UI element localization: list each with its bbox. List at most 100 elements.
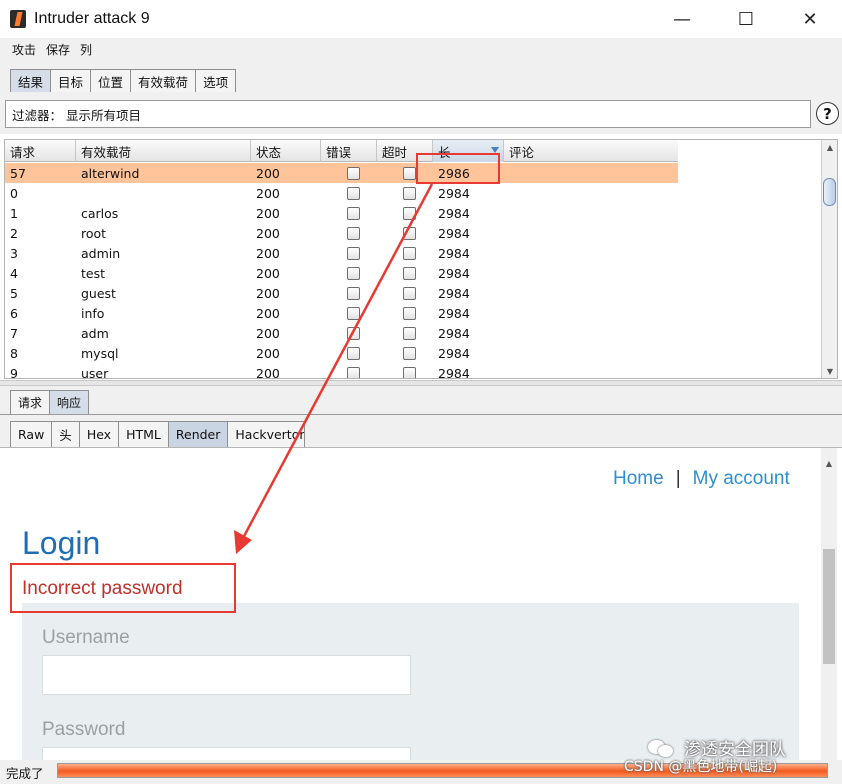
cell-timeout [377,183,433,203]
checkbox-icon [403,226,416,240]
title-bar: Intruder attack 9 — ☐ ✕ [0,0,842,38]
checkbox-icon [347,326,360,340]
checkbox-icon [347,306,360,320]
checkbox-icon [403,206,416,220]
scroll-thumb[interactable] [823,178,836,206]
cell-length: 2984 [438,225,470,241]
table-row[interactable]: 57 alterwind 200 2986 [5,163,678,183]
col-status[interactable]: 状态 [251,140,321,162]
help-icon[interactable]: ? [816,102,839,125]
my-account-link[interactable]: My account [693,468,790,490]
cell-status: 200 [256,305,280,321]
detail-tab-bar: 请求 响应 [0,386,842,414]
home-link[interactable]: Home [613,468,664,490]
checkbox-icon [347,366,360,378]
cell-request: 8 [10,345,18,361]
table-row[interactable]: 0 200 2984 [5,183,678,203]
col-request[interactable]: 请求 [5,140,76,162]
col-error[interactable]: 错误 [321,140,377,162]
table-row[interactable]: 4 test 200 2984 [5,263,678,283]
filter-row: 过滤器： 显示所有项目 ? [0,96,842,134]
annotation-length-box [416,153,500,184]
cell-comment [504,163,678,183]
cell-payload: test [81,265,106,281]
checkbox-icon [403,286,416,300]
cell-status: 200 [256,245,280,261]
table-row[interactable]: 1 carlos 200 2984 [5,203,678,223]
maximize-button[interactable]: ☐ [714,0,778,38]
tab-render[interactable]: Render [167,421,229,447]
tab-raw[interactable]: Raw [10,421,53,447]
cell-payload: mysql [81,345,119,361]
window-controls: — ☐ ✕ [650,0,842,38]
table-row[interactable]: 8 mysql 200 2984 [5,343,678,363]
tab-headers[interactable]: 头 [51,421,80,447]
checkbox-icon [347,246,360,260]
cell-payload [76,183,251,203]
tab-results[interactable]: 结果 [10,69,52,92]
menu-columns[interactable]: 列 [80,41,92,58]
table-row[interactable]: 3 admin 200 2984 [5,243,678,263]
cell-status: 200 [256,285,280,301]
cell-comment [504,263,678,283]
tab-hackvertor[interactable]: Hackvertor [227,421,306,447]
scroll-down-icon[interactable]: ▼ [822,364,837,378]
tab-request[interactable]: 请求 [10,390,51,414]
tab-html[interactable]: HTML [118,421,169,447]
tab-options[interactable]: 选项 [195,69,237,92]
cell-comment [504,243,678,263]
csdn-watermark: CSDN @黑色地带(崛起) [624,759,778,775]
tab-payloads[interactable]: 有效载荷 [130,69,197,92]
cell-timeout [377,303,433,323]
cell-timeout [377,263,433,283]
status-text: 完成了 [6,765,44,781]
tab-positions[interactable]: 位置 [90,69,132,92]
minimize-button[interactable]: — [650,0,714,38]
cell-request: 7 [10,325,18,341]
cell-error [321,263,377,283]
cell-status: 200 [256,225,280,241]
table-row[interactable]: 7 adm 200 2984 [5,323,678,343]
cell-request: 6 [10,305,18,321]
table-row[interactable]: 9 user 200 2984 [5,363,678,378]
cell-length: 2984 [438,185,470,201]
scroll-up-icon[interactable]: ▲ [822,140,837,154]
menu-attack[interactable]: 攻击 [12,41,36,58]
cell-request: 0 [10,185,18,201]
close-button[interactable]: ✕ [778,0,842,38]
cell-request: 3 [10,245,18,261]
cell-status: 200 [256,265,280,281]
table-scrollbar[interactable]: ▲ ▼ [821,140,837,378]
username-input[interactable] [42,655,411,695]
cell-timeout [377,283,433,303]
render-scroll-up-icon[interactable]: ▲ [821,456,837,470]
table-row[interactable]: 5 guest 200 2984 [5,283,678,303]
cell-comment [504,303,678,323]
cell-comment [504,363,678,378]
cell-request: 2 [10,225,18,241]
cell-timeout [377,323,433,343]
col-payload[interactable]: 有效载荷 [76,140,251,162]
password-label: Password [42,719,126,740]
table-body: 57 alterwind 200 2986 0 200 2984 1 carlos 200 2984… [5,163,820,378]
nav-separator: | [675,468,681,489]
table-row[interactable]: 2 root 200 2984 [5,223,678,243]
cell-comment [504,343,678,363]
render-scroll-thumb[interactable] [823,549,835,664]
tab-response[interactable]: 响应 [49,390,90,414]
filter-bar[interactable]: 过滤器： 显示所有项目 [5,100,811,128]
cell-length: 2984 [438,205,470,221]
login-heading: Login [22,525,101,561]
tab-target[interactable]: 目标 [50,69,92,92]
tab-hex[interactable]: Hex [78,421,120,447]
cell-length: 2984 [438,285,470,301]
cell-timeout [377,343,433,363]
cell-error [321,323,377,343]
col-comment[interactable]: 评论 [504,140,678,162]
table-row[interactable]: 6 info 200 2984 [5,303,678,323]
cell-error [321,223,377,243]
cell-payload: admin [81,245,121,261]
menu-save[interactable]: 保存 [46,41,70,58]
cell-error [321,243,377,263]
render-scrollbar[interactable]: ▲ [821,448,837,761]
